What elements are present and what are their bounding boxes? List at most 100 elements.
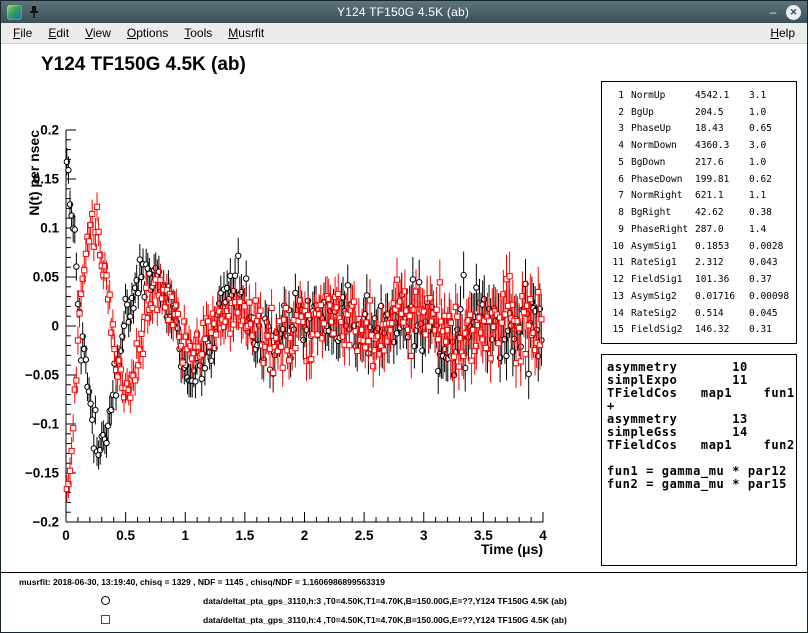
p-name: AsymSig1 [631, 241, 695, 252]
p-val: 2.312 [695, 257, 749, 268]
p-name: FieldSig1 [631, 274, 695, 285]
svg-text:1: 1 [181, 528, 189, 543]
app-window: Y124 TF150G 4.5K (ab) – ✕ FileEditViewOp… [0, 0, 808, 633]
p-name: AsymSig2 [631, 291, 695, 302]
p-no: 10 [609, 241, 624, 252]
p-no: 4 [609, 140, 624, 151]
p-no: 9 [609, 224, 624, 235]
menu-right: Help [762, 24, 803, 42]
p-val: 101.36 [695, 274, 749, 285]
p-val: 204.5 [695, 107, 749, 118]
param-row-8: 8BgRight42.620.38 [609, 207, 796, 218]
svg-text:−0.05: −0.05 [25, 368, 60, 383]
svg-text:3: 3 [420, 528, 428, 543]
p-err: 3.1 [749, 90, 766, 101]
p-name: RateSig1 [631, 257, 695, 268]
divider-line [1, 572, 807, 573]
menu-options[interactable]: Options [119, 24, 176, 42]
p-val: 621.1 [695, 190, 749, 201]
p-name: NormRight [631, 190, 695, 201]
param-row-7: 7NormRight621.11.1 [609, 190, 796, 201]
svg-text:0: 0 [62, 528, 70, 543]
p-no: 7 [609, 190, 624, 201]
p-name: NormDown [631, 140, 695, 151]
circle-marker-icon [101, 596, 110, 605]
p-val: 4360.3 [695, 140, 749, 151]
param-row-13: 13 AsymSig20.017160.00098 [609, 291, 796, 302]
p-no: 5 [609, 157, 624, 168]
p-err: 0.65 [749, 123, 772, 134]
p-val: 287.0 [695, 224, 749, 235]
p-val: 18.43 [695, 123, 749, 134]
p-err: 0.38 [749, 207, 772, 218]
p-val: 4542.1 [695, 90, 749, 101]
minimize-icon[interactable]: – [766, 5, 780, 19]
legend: data/deltat_pta_gps_3110,h:3 ,T0=4.50K,T… [1, 591, 807, 629]
close-icon[interactable]: ✕ [786, 5, 801, 20]
param-row-3: 3PhaseUp18.430.65 [609, 123, 796, 134]
svg-text:1.5: 1.5 [235, 528, 254, 543]
p-err: 0.0028 [749, 241, 783, 252]
param-row-10: 10 AsymSig10.18530.0028 [609, 241, 796, 252]
menu-view[interactable]: View [77, 24, 119, 42]
p-name: PhaseDown [631, 174, 695, 185]
p-no: 13 [609, 291, 624, 302]
svg-text:2: 2 [301, 528, 309, 543]
menu-help[interactable]: Help [762, 24, 803, 42]
p-err: 0.045 [749, 308, 778, 319]
square-marker-icon [101, 615, 110, 624]
svg-text:0.05: 0.05 [33, 270, 60, 285]
svg-text:0.2: 0.2 [40, 123, 59, 138]
p-name: NormUp [631, 90, 695, 101]
p-err: 0.37 [749, 274, 772, 285]
param-row-11: 11RateSig12.3120.043 [609, 257, 796, 268]
p-val: 199.81 [695, 174, 749, 185]
svg-text:−0.1: −0.1 [32, 417, 59, 432]
menu-file[interactable]: File [5, 24, 40, 42]
menu-musrfit[interactable]: Musrfit [220, 24, 272, 42]
menu-left: FileEditViewOptionsToolsMusrfit [5, 24, 272, 42]
theory-line: TFieldCos map1 fun2 [607, 439, 796, 452]
param-row-12: 12FieldSig1101.360.37 [609, 274, 796, 285]
svg-text:2.5: 2.5 [355, 528, 374, 543]
p-name: PhaseRight [631, 224, 695, 235]
p-name: RateSig2 [631, 308, 695, 319]
svg-text:−0.2: −0.2 [32, 515, 59, 530]
p-val: 0.01716 [695, 291, 749, 302]
p-err: 1.0 [749, 107, 766, 118]
p-err: 3.0 [749, 140, 766, 151]
p-name: PhaseUp [631, 123, 695, 134]
p-val: 146.32 [695, 324, 749, 335]
svg-text:−0.15: −0.15 [25, 466, 60, 481]
p-err: 0.62 [749, 174, 772, 185]
x-axis-title: Time (μs) [481, 541, 543, 557]
window-title: Y124 TF150G 4.5K (ab) [46, 5, 760, 19]
p-err: 0.31 [749, 324, 772, 335]
menu-tools[interactable]: Tools [176, 24, 220, 42]
p-no: 8 [609, 207, 624, 218]
svg-text:0: 0 [51, 319, 59, 334]
param-row-5: 5BgDown217.61.0 [609, 157, 796, 168]
param-row-15: 15FieldSig2146.320.31 [609, 324, 796, 335]
y-axis-title: N(t) per nsec [26, 130, 42, 216]
app-icon [7, 5, 22, 20]
p-name: BgUp [631, 107, 695, 118]
root-canvas[interactable]: Y124 TF150G 4.5K (ab) 0.20.150.10.050−0.… [1, 44, 807, 632]
p-err: 0.043 [749, 257, 778, 268]
p-err: 1.0 [749, 157, 766, 168]
plot-svg[interactable]: 0.20.150.10.050−0.05−0.1−0.15−0.200.511.… [1, 84, 571, 584]
titlebar[interactable]: Y124 TF150G 4.5K (ab) – ✕ [1, 1, 807, 23]
p-val: 0.1853 [695, 241, 749, 252]
theory-line: fun2 = gamma_mu * par15 [607, 478, 796, 491]
p-name: BgDown [631, 157, 695, 168]
param-row-9: 9PhaseRight287.01.4 [609, 224, 796, 235]
p-err: 0.00098 [749, 291, 789, 302]
pin-icon[interactable] [28, 5, 40, 19]
theory-line: TFieldCos map1 fun1 [607, 387, 796, 400]
param-row-1: 1NormUp4542.13.1 [609, 90, 796, 101]
menu-edit[interactable]: Edit [40, 24, 77, 42]
p-no: 14 [609, 308, 624, 319]
p-name: FieldSig2 [631, 324, 695, 335]
p-val: 42.62 [695, 207, 749, 218]
param-row-4: 4 NormDown4360.33.0 [609, 140, 796, 151]
